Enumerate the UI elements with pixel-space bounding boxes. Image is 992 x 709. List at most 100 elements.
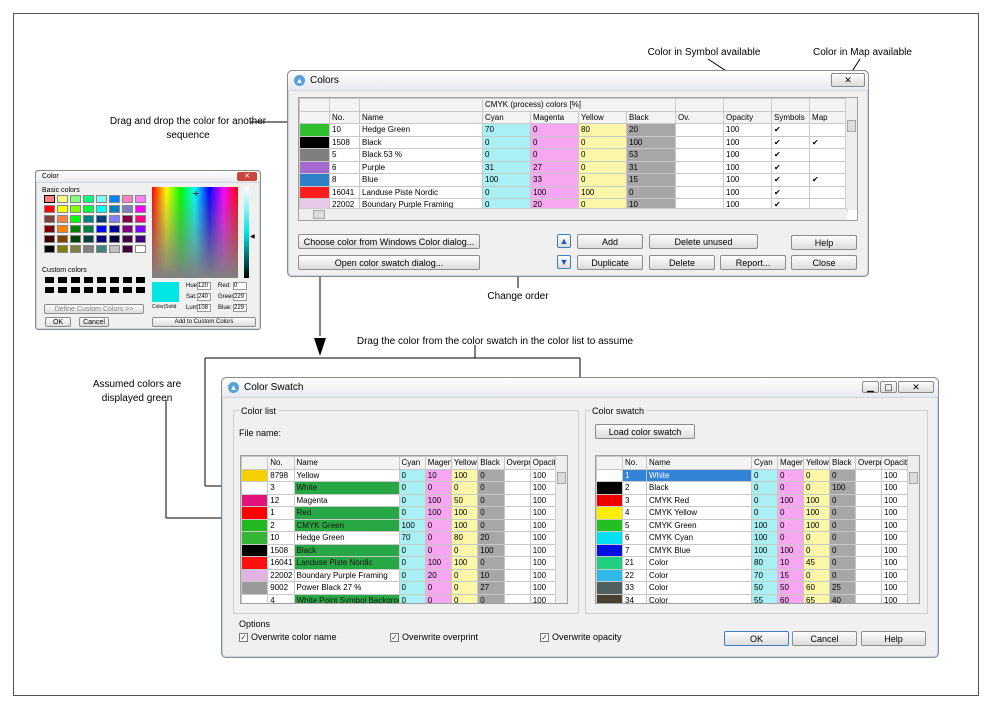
custom-color-swatch[interactable] bbox=[71, 277, 80, 283]
cell-black[interactable]: 25 bbox=[829, 581, 856, 595]
cell-name[interactable]: Black bbox=[646, 481, 752, 495]
cell-overprint[interactable] bbox=[855, 468, 882, 482]
cell-number[interactable]: 22 bbox=[622, 568, 647, 582]
column-header[interactable]: Overprint bbox=[855, 456, 882, 470]
cell-cyan[interactable]: 31 bbox=[482, 160, 531, 174]
cell-cyan[interactable]: 0 bbox=[751, 481, 778, 495]
cell-name[interactable]: Red bbox=[293, 506, 400, 520]
color-swatch-cell[interactable] bbox=[596, 518, 623, 532]
cell-cyan[interactable]: 0 bbox=[398, 568, 426, 582]
cell-overprint[interactable] bbox=[503, 493, 531, 507]
cell-yellow[interactable]: 0 bbox=[803, 481, 830, 495]
cell-opacity[interactable]: 100 bbox=[881, 543, 910, 557]
basic-color-swatch[interactable] bbox=[57, 245, 68, 253]
basic-color-swatch[interactable] bbox=[83, 225, 94, 233]
green-input[interactable]: 229 bbox=[233, 293, 247, 301]
basic-color-swatch[interactable] bbox=[96, 245, 107, 253]
custom-color-swatch[interactable] bbox=[45, 287, 54, 293]
basic-color-swatch[interactable] bbox=[44, 195, 55, 203]
table-row[interactable]: 6 CMYK Cyan 100 0 0 0 100 bbox=[596, 531, 910, 545]
overwrite-color-name-option[interactable]: ✓ Overwrite color name bbox=[239, 632, 337, 642]
cell-magenta[interactable]: 0 bbox=[530, 135, 579, 149]
cell-yellow[interactable]: 80 bbox=[450, 531, 479, 545]
cell-cyan[interactable]: 70 bbox=[751, 568, 778, 582]
basic-color-swatch[interactable] bbox=[135, 195, 146, 203]
custom-color-swatch[interactable] bbox=[110, 287, 119, 293]
column-header[interactable]: No. bbox=[622, 456, 647, 470]
column-header[interactable]: Ov. bbox=[675, 110, 725, 124]
red-input[interactable]: 0 bbox=[233, 282, 247, 290]
table-row[interactable]: 10 Hedge Green 70 0 80 20 100 bbox=[241, 531, 558, 545]
cell-number[interactable]: 34 bbox=[622, 593, 647, 603]
swatch-close-window-button[interactable]: ✕ bbox=[898, 381, 934, 393]
cell-magenta[interactable]: 0 bbox=[424, 581, 453, 595]
cell-overprint[interactable] bbox=[855, 518, 882, 532]
custom-color-swatch[interactable] bbox=[84, 287, 93, 293]
cell-number[interactable]: 10 bbox=[329, 123, 360, 137]
duplicate-button[interactable]: Duplicate bbox=[577, 255, 643, 270]
table-row[interactable]: 10 Hedge Green 70 0 80 20 100 ✔ bbox=[299, 123, 849, 137]
cell-yellow[interactable]: 0 bbox=[578, 160, 627, 174]
cell-yellow[interactable]: 50 bbox=[450, 493, 479, 507]
column-header[interactable]: Cyan bbox=[751, 456, 778, 470]
cell-number[interactable]: 16041 bbox=[267, 556, 295, 570]
table-row[interactable]: 12 Magenta 0 100 50 0 100 bbox=[241, 493, 558, 507]
colors-horizontal-scrollbar[interactable] bbox=[299, 208, 847, 220]
basic-color-swatch[interactable] bbox=[57, 205, 68, 213]
custom-color-swatch[interactable] bbox=[84, 277, 93, 283]
cell-overprint[interactable] bbox=[675, 123, 725, 137]
table-row[interactable]: 16041 Landuse Piste Nordic 0 100 100 0 100 bbox=[241, 556, 558, 570]
color-swatch-scrollbar[interactable] bbox=[907, 456, 919, 603]
color-swatch-cell[interactable] bbox=[596, 593, 623, 603]
cell-overprint[interactable] bbox=[503, 518, 531, 532]
cell-magenta[interactable]: 0 bbox=[777, 468, 804, 482]
color-dialog-close-icon[interactable]: ✕ bbox=[237, 172, 257, 181]
cell-opacity[interactable]: 100 bbox=[723, 160, 773, 174]
color-swatch-cell[interactable] bbox=[299, 123, 330, 137]
table-row[interactable]: 1508 Black 0 0 0 100 100 bbox=[241, 543, 558, 557]
cell-number[interactable]: 10 bbox=[267, 531, 295, 545]
cell-overprint[interactable] bbox=[503, 556, 531, 570]
checkbox-checked-icon[interactable]: ✓ bbox=[540, 632, 549, 642]
luminance-pointer-icon[interactable]: ◀ bbox=[250, 233, 255, 240]
close-window-button[interactable]: ✕ bbox=[831, 73, 865, 87]
basic-color-swatch[interactable] bbox=[57, 235, 68, 243]
basic-color-swatch[interactable] bbox=[135, 235, 146, 243]
minimize-button[interactable]: ▁ bbox=[862, 381, 879, 393]
cell-black[interactable]: 15 bbox=[625, 173, 677, 187]
cell-black[interactable]: 27 bbox=[477, 581, 505, 595]
cell-overprint[interactable] bbox=[675, 173, 725, 187]
table-row[interactable]: 16041 Landuse Piste Nordic 0 100 100 0 100 ✔ bbox=[299, 185, 849, 199]
basic-color-swatch[interactable] bbox=[44, 205, 55, 213]
cell-magenta[interactable]: 15 bbox=[777, 568, 804, 582]
cell-number[interactable]: 22002 bbox=[267, 568, 295, 582]
cell-yellow[interactable]: 0 bbox=[803, 568, 830, 582]
cell-magenta[interactable]: 20 bbox=[424, 568, 453, 582]
cell-opacity[interactable]: 100 bbox=[529, 481, 558, 495]
cell-yellow[interactable]: 100 bbox=[578, 185, 627, 199]
cell-opacity[interactable]: 100 bbox=[881, 481, 910, 495]
basic-color-swatch[interactable] bbox=[70, 245, 81, 253]
colors-vertical-scrollbar[interactable] bbox=[845, 98, 857, 210]
color-swatch-cell[interactable] bbox=[241, 543, 269, 557]
color-spectrum[interactable] bbox=[152, 187, 238, 278]
basic-color-swatch[interactable] bbox=[122, 235, 133, 243]
basic-color-swatch[interactable] bbox=[96, 205, 107, 213]
color-list-scrollbar[interactable] bbox=[555, 456, 567, 603]
cell-opacity[interactable]: 100 bbox=[529, 568, 558, 582]
basic-color-swatch[interactable] bbox=[57, 195, 68, 203]
add-to-custom-colors-button[interactable]: Add to Custom Colors bbox=[152, 317, 256, 327]
cell-overprint[interactable] bbox=[855, 543, 882, 557]
cell-name[interactable]: White bbox=[646, 468, 752, 482]
color-swatch-cell[interactable] bbox=[596, 543, 623, 557]
column-header[interactable]: Yellow bbox=[578, 110, 627, 124]
cell-name[interactable]: Hedge Green bbox=[359, 123, 483, 137]
cell-name[interactable]: Landuse Piste Nordic bbox=[293, 556, 400, 570]
cell-number[interactable]: 3 bbox=[622, 493, 647, 507]
column-header[interactable]: No. bbox=[267, 456, 295, 470]
cell-cyan[interactable]: 0 bbox=[751, 493, 778, 507]
cell-number[interactable]: 8798 bbox=[267, 468, 295, 482]
color-swatch-cell[interactable] bbox=[241, 518, 269, 532]
basic-color-swatch[interactable] bbox=[135, 205, 146, 213]
cell-cyan[interactable]: 0 bbox=[398, 481, 426, 495]
